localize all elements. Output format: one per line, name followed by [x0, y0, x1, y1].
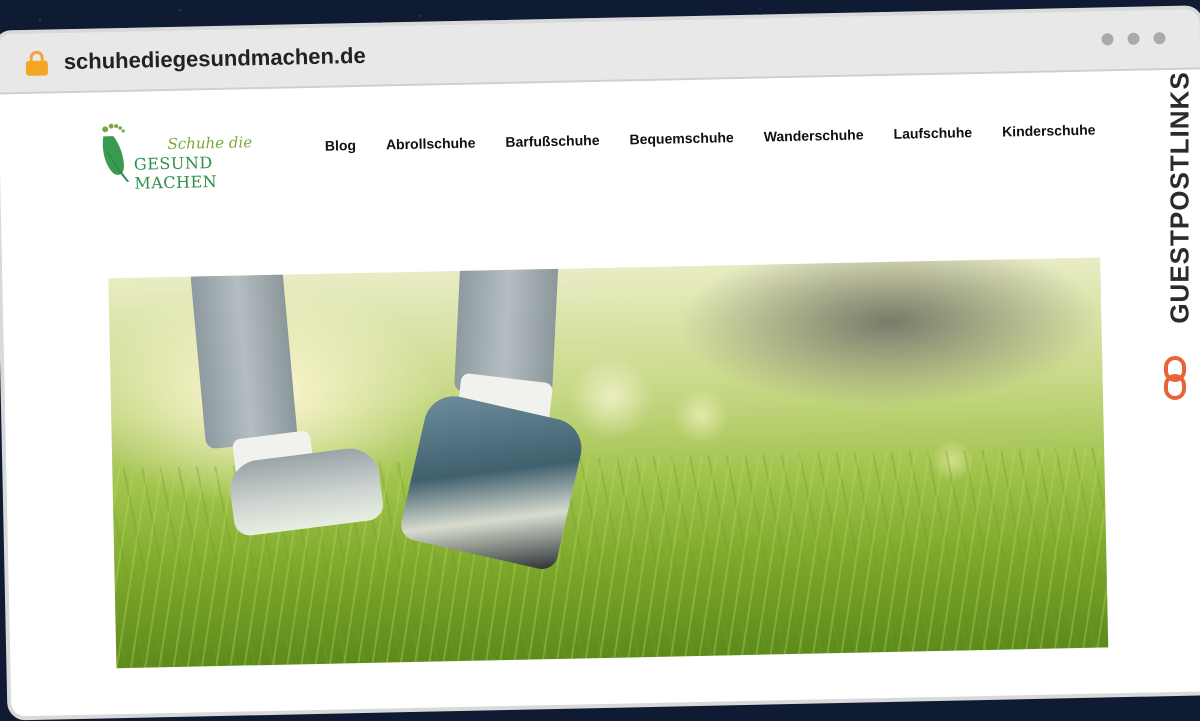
link-icon: [1164, 356, 1186, 400]
browser-window: schuhediegesundmachen.de Schuhe die GESU…: [0, 5, 1200, 721]
main-navigation: Blog Abrollschuhe Barfußschuhe Bequemsch…: [325, 122, 1096, 154]
url-text[interactable]: schuhediegesundmachen.de: [64, 43, 366, 75]
site-logo[interactable]: Schuhe die GESUND MACHEN: [97, 118, 298, 193]
nav-item-kinderschuhe[interactable]: Kinderschuhe: [1002, 122, 1096, 140]
nav-item-wanderschuhe[interactable]: Wanderschuhe: [764, 126, 864, 144]
nav-item-laufschuhe[interactable]: Laufschuhe: [893, 124, 972, 142]
logo-title: GESUND MACHEN: [133, 153, 218, 193]
left-leg: [190, 261, 298, 450]
window-dot-icon[interactable]: [1101, 33, 1114, 46]
lock-icon: [25, 50, 49, 76]
website-content: Schuhe die GESUND MACHEN Blog Abrollschu…: [0, 69, 1200, 715]
nav-item-abrollschuhe[interactable]: Abrollschuhe: [386, 135, 476, 153]
foot-leaf-icon: [102, 123, 130, 183]
nav-item-blog[interactable]: Blog: [325, 137, 356, 154]
nav-item-bequemschuhe[interactable]: Bequemschuhe: [629, 129, 734, 147]
window-controls: [1101, 32, 1166, 46]
hero-image: [108, 257, 1109, 669]
window-dot-icon[interactable]: [1153, 32, 1166, 45]
logo-tagline: Schuhe die: [167, 133, 253, 154]
window-dot-icon[interactable]: [1127, 32, 1140, 45]
nav-item-barfussschuhe[interactable]: Barfußschuhe: [505, 132, 599, 150]
watermark-text: GUESTPOSTLINKS: [1164, 71, 1195, 324]
guestpostlinks-watermark: GUESTPOSTLINKS: [1156, 56, 1194, 400]
